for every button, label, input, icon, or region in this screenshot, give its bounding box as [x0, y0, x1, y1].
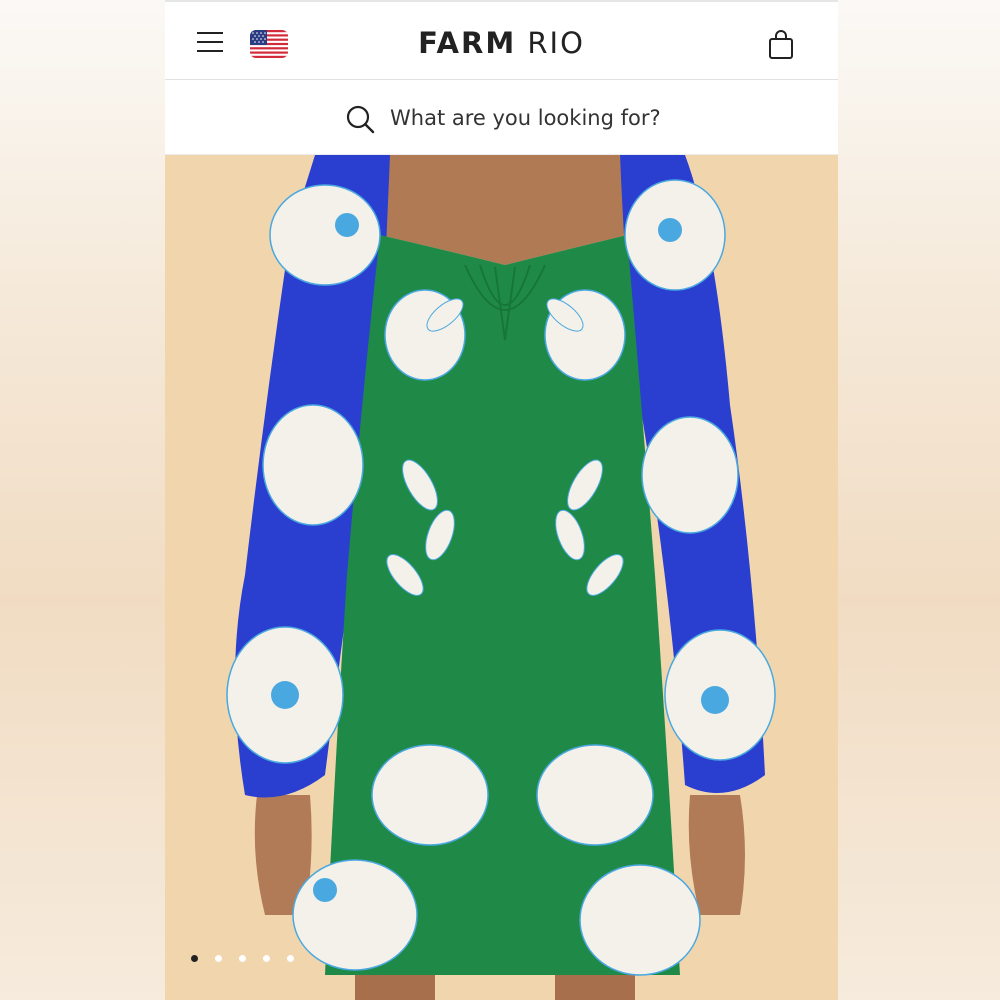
carousel-dot[interactable]	[239, 955, 246, 962]
carousel-dot[interactable]	[191, 955, 198, 962]
mobile-screen: FARM RIO What are you looking for?	[165, 0, 838, 1000]
product-image[interactable]	[165, 155, 838, 1000]
brand-logo-bold: FARM	[418, 26, 517, 60]
search-icon[interactable]	[345, 104, 375, 134]
right-background	[838, 0, 1000, 1000]
left-background	[0, 0, 165, 1000]
shopping-bag-icon[interactable]	[767, 30, 795, 60]
search-input[interactable]: What are you looking for?	[390, 106, 661, 130]
brand-logo-light: RIO	[527, 26, 585, 60]
top-navigation-bar: FARM RIO	[165, 0, 838, 80]
carousel-dot[interactable]	[215, 955, 222, 962]
carousel-dot[interactable]	[263, 955, 270, 962]
search-bar[interactable]: What are you looking for?	[165, 80, 838, 155]
carousel-dot[interactable]	[287, 955, 294, 962]
brand-logo[interactable]: FARM RIO	[165, 26, 838, 60]
